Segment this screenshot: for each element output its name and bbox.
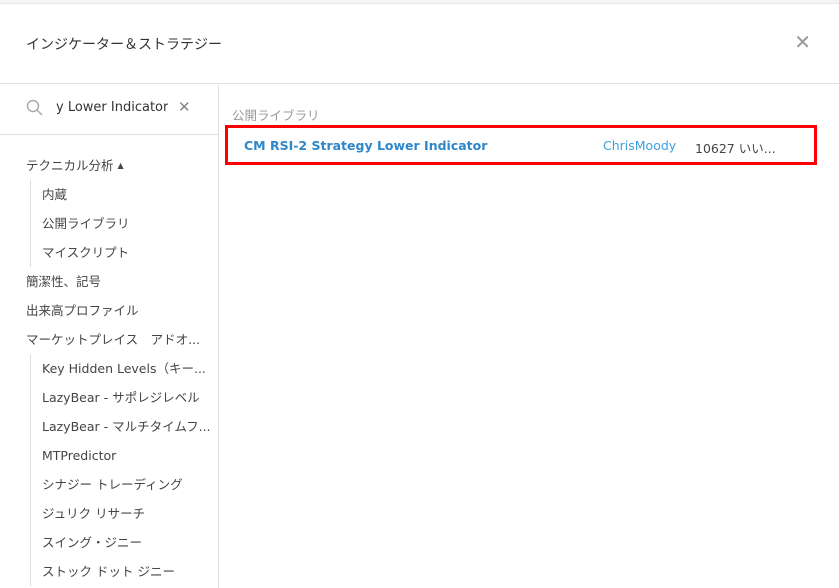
script-name[interactable]: CM RSI-2 Strategy Lower Indicator: [244, 138, 487, 153]
subcategory-item[interactable]: ジュリク リサーチ: [31, 499, 218, 528]
subcategory-builtin[interactable]: 内蔵: [31, 180, 218, 209]
close-icon[interactable]: ✕: [794, 30, 811, 54]
search-box: ✕: [0, 85, 218, 135]
script-likes: 10627 いい...: [695, 141, 776, 156]
category-simplicity[interactable]: 簡潔性、記号: [0, 267, 218, 296]
clear-icon[interactable]: ✕: [178, 98, 191, 116]
result-row[interactable]: CM RSI-2 Strategy Lower Indicator ChrisM…: [225, 125, 817, 165]
category-volume-profile[interactable]: 出来高プロファイル: [0, 296, 218, 325]
subcategory-item[interactable]: シナジー トレーディング: [31, 470, 218, 499]
subcategory-item[interactable]: LazyBear - サポレジレベル: [31, 383, 218, 412]
dialog-header: インジケーター＆ストラテジー ✕: [0, 4, 839, 84]
subcategory-item[interactable]: Key Hidden Levels（キー...: [31, 354, 218, 383]
caret-up-icon: ▲: [117, 161, 124, 170]
section-heading: 公開ライブラリ: [232, 108, 320, 123]
subcategory-item[interactable]: LazyBear - マルチタイムフ...: [31, 412, 218, 441]
category-technical[interactable]: テクニカル分析 ▲: [0, 151, 218, 180]
marketplace-subcategories: Key Hidden Levels（キー... LazyBear - サポレジレ…: [30, 354, 218, 586]
subcategory-item[interactable]: ストック ドット ジニー: [31, 557, 218, 586]
search-icon: [26, 99, 43, 116]
subcategory-item[interactable]: MTPredictor: [31, 441, 218, 470]
dialog-title: インジケーター＆ストラテジー: [26, 37, 222, 53]
category-marketplace[interactable]: マーケットプレイス アドオ...: [0, 325, 218, 354]
category-label: テクニカル分析: [26, 158, 114, 173]
subcategory-public-library[interactable]: 公開ライブラリ: [31, 209, 218, 238]
category-nav: テクニカル分析 ▲ 内蔵 公開ライブラリ マイスクリプト 簡潔性、記号 出来高プロ…: [0, 135, 218, 586]
search-input[interactable]: [56, 100, 168, 115]
script-author[interactable]: ChrisMoody: [603, 138, 676, 153]
subcategory-item[interactable]: スイング・ジニー: [31, 528, 218, 557]
sidebar: ✕ テクニカル分析▲ 内蔵 公開ライブラリ マイスクリプト 簡潔性、記号 出来高…: [0, 85, 219, 588]
technical-subcategories: 内蔵 公開ライブラリ マイスクリプト: [30, 180, 218, 267]
subcategory-my-scripts[interactable]: マイスクリプト: [31, 238, 218, 267]
